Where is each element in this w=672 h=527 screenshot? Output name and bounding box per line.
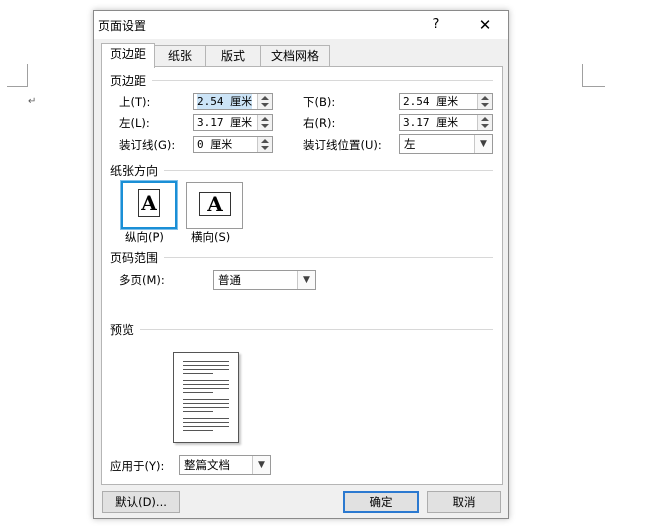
left-margin-label: 左(L): <box>119 116 150 130</box>
ok-button[interactable]: 确定 <box>343 491 419 513</box>
chevron-down-icon[interactable]: ▼ <box>252 456 270 474</box>
title-bar[interactable]: 页面设置 ? ✕ <box>94 11 508 39</box>
portrait-button[interactable]: A <box>120 180 178 230</box>
help-button[interactable]: ? <box>425 14 447 36</box>
right-margin-label: 右(R): <box>303 116 336 130</box>
landscape-label[interactable]: 横向(S) <box>191 229 230 245</box>
spinner-arrows[interactable] <box>257 137 272 152</box>
page-preview <box>173 352 239 443</box>
spinner-arrows[interactable] <box>477 94 492 109</box>
dialog-title: 页面设置 <box>98 19 147 33</box>
margins-section-label: 页边距 <box>110 74 147 88</box>
gutter-input[interactable]: 0 厘米 <box>193 136 273 153</box>
gutter-position-select[interactable]: 左 ▼ <box>399 134 493 154</box>
tab-paper[interactable]: 纸张 <box>154 45 206 67</box>
landscape-page-icon: A <box>199 192 231 216</box>
portrait-page-icon: A <box>138 189 160 217</box>
apply-to-label: 应用于(Y): <box>110 459 165 473</box>
paragraph-mark: ↵ <box>28 96 37 107</box>
divider <box>140 329 493 330</box>
gutter-position-label: 装订线位置(U): <box>303 138 382 152</box>
bottom-margin-label: 下(B): <box>303 95 336 109</box>
spinner-arrows[interactable] <box>257 115 272 130</box>
top-margin-label: 上(T): <box>119 95 151 109</box>
right-margin-input[interactable]: 3.17 厘米 <box>399 114 493 131</box>
tab-document-grid[interactable]: 文档网格 <box>260 45 330 67</box>
cancel-button[interactable]: 取消 <box>427 491 501 513</box>
set-default-button[interactable]: 默认(D)... <box>102 491 180 513</box>
bottom-margin-input[interactable]: 2.54 厘米 <box>399 93 493 110</box>
spinner-arrows[interactable] <box>257 94 272 109</box>
margins-panel: 页边距 上(T): 2.54 厘米 下(B): 2.54 厘米 左(L): 3.… <box>101 66 503 485</box>
portrait-label[interactable]: 纵向(P) <box>125 229 164 245</box>
page-setup-dialog: 页面设置 ? ✕ 页边距 纸张 版式 文档网格 页边距 上(T): 2.54 厘… <box>93 10 509 519</box>
gutter-label: 装订线(G): <box>119 138 176 152</box>
tab-margins[interactable]: 页边距 <box>101 43 155 68</box>
multiple-pages-label: 多页(M): <box>119 273 165 287</box>
multiple-pages-select[interactable]: 普通 ▼ <box>213 270 316 290</box>
orientation-section-label: 纸张方向 <box>110 164 159 178</box>
chevron-down-icon[interactable]: ▼ <box>474 135 492 153</box>
page-corner-mark-left <box>7 64 28 87</box>
landscape-button[interactable]: A <box>186 182 243 229</box>
chevron-down-icon[interactable]: ▼ <box>297 271 315 289</box>
divider <box>152 80 493 81</box>
page-corner-mark-right <box>582 64 605 87</box>
top-margin-input[interactable]: 2.54 厘米 <box>193 93 273 110</box>
divider <box>164 257 493 258</box>
apply-to-select[interactable]: 整篇文档 ▼ <box>179 455 271 475</box>
left-margin-input[interactable]: 3.17 厘米 <box>193 114 273 131</box>
pages-section-label: 页码范围 <box>110 251 159 265</box>
tab-layout[interactable]: 版式 <box>205 45 261 67</box>
spinner-arrows[interactable] <box>477 115 492 130</box>
preview-section-label: 预览 <box>110 323 135 337</box>
close-button[interactable]: ✕ <box>472 14 498 36</box>
divider <box>164 170 493 171</box>
